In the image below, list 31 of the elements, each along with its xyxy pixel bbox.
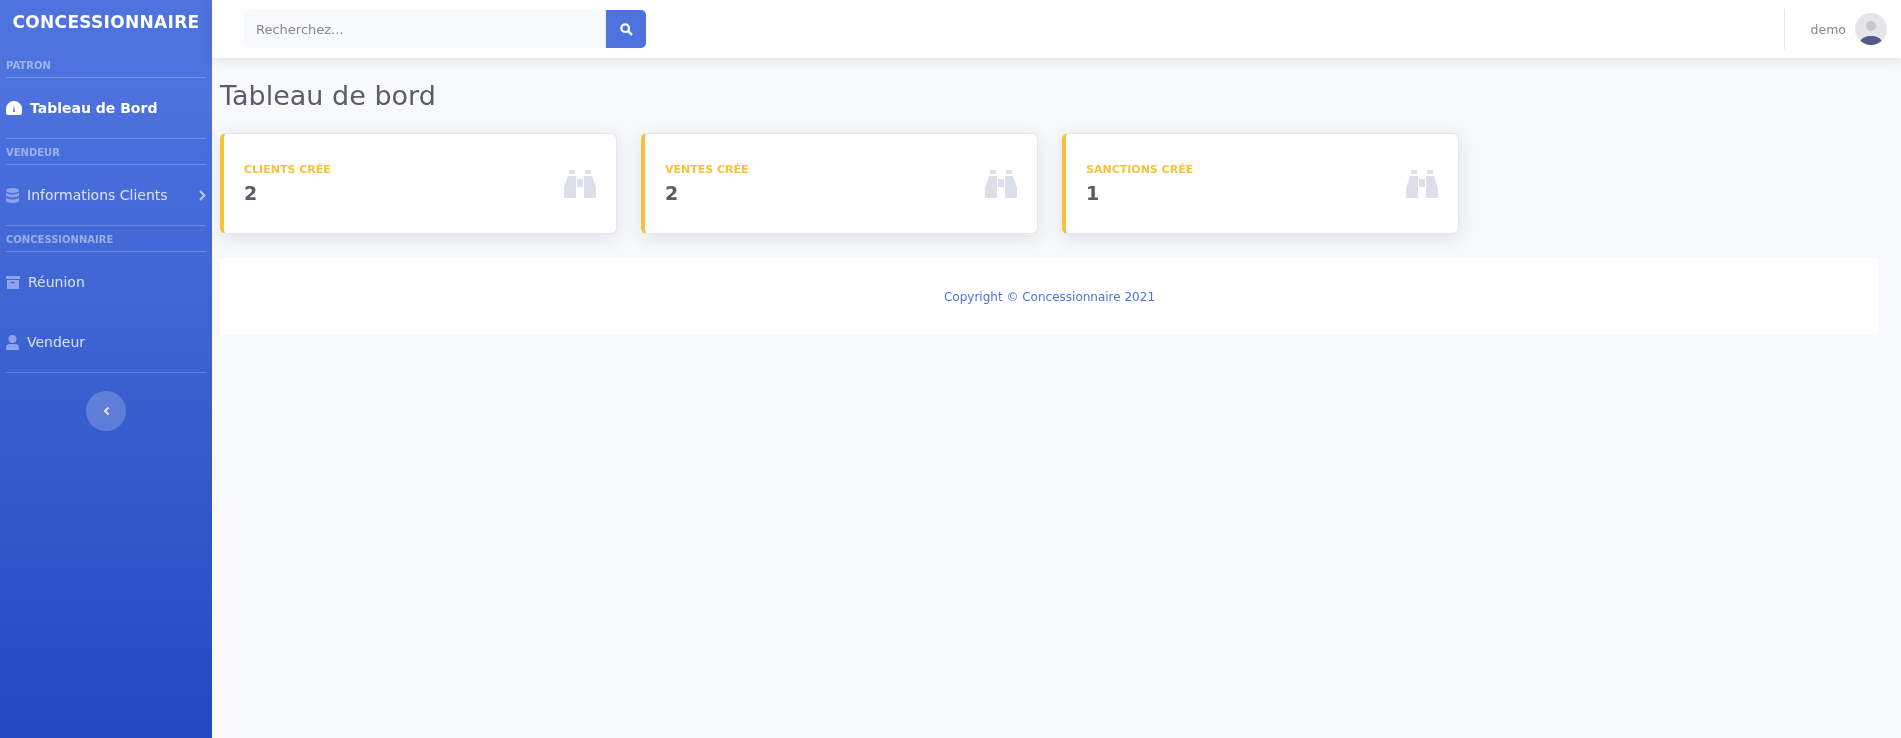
card-value: 1 bbox=[1086, 182, 1101, 204]
user-icon bbox=[6, 334, 19, 350]
user-name[interactable]: demo bbox=[1810, 21, 1846, 37]
card-value: 2 bbox=[244, 182, 259, 204]
sidebar-heading: PATRON bbox=[6, 52, 206, 78]
gauge-icon bbox=[6, 101, 22, 115]
search-field[interactable]: Recherchez... bbox=[244, 10, 606, 48]
page-title: Tableau de bord bbox=[220, 80, 437, 111]
binoculars-icon bbox=[564, 169, 596, 198]
binoculars-icon bbox=[985, 169, 1017, 198]
binoculars-icon bbox=[1406, 169, 1438, 198]
sidebar-item[interactable]: Tableau de Bord bbox=[6, 78, 206, 138]
sidebar-heading: VENDEUR bbox=[6, 139, 206, 165]
database-icon bbox=[6, 187, 19, 203]
archive-icon bbox=[6, 275, 20, 289]
chevron-left-icon bbox=[102, 406, 110, 416]
sidebar-toggle-button[interactable] bbox=[86, 391, 126, 431]
search-icon bbox=[619, 22, 633, 36]
brand-title[interactable]: CONCESSIONNAIRE bbox=[6, 0, 206, 52]
copyright-text: Copyright © Concessionnaire 2021 bbox=[943, 289, 1156, 304]
sidebar-item[interactable]: Informations Clients bbox=[6, 165, 206, 225]
sidebar-heading: CONCESSIONNAIRE bbox=[6, 226, 206, 252]
avatar-icon[interactable] bbox=[1855, 13, 1887, 45]
chevron-right-icon bbox=[199, 189, 206, 201]
card-label: VENTES CRÉE bbox=[665, 163, 750, 176]
card-value: 2 bbox=[665, 182, 680, 204]
search-button[interactable] bbox=[606, 10, 646, 48]
card-label: CLIENTS CRÉE bbox=[244, 163, 332, 176]
card-label: SANCTIONS CRÉE bbox=[1086, 163, 1195, 176]
sidebar-item[interactable]: Réunion bbox=[6, 252, 206, 312]
sidebar-item[interactable]: Vendeur bbox=[6, 312, 206, 372]
